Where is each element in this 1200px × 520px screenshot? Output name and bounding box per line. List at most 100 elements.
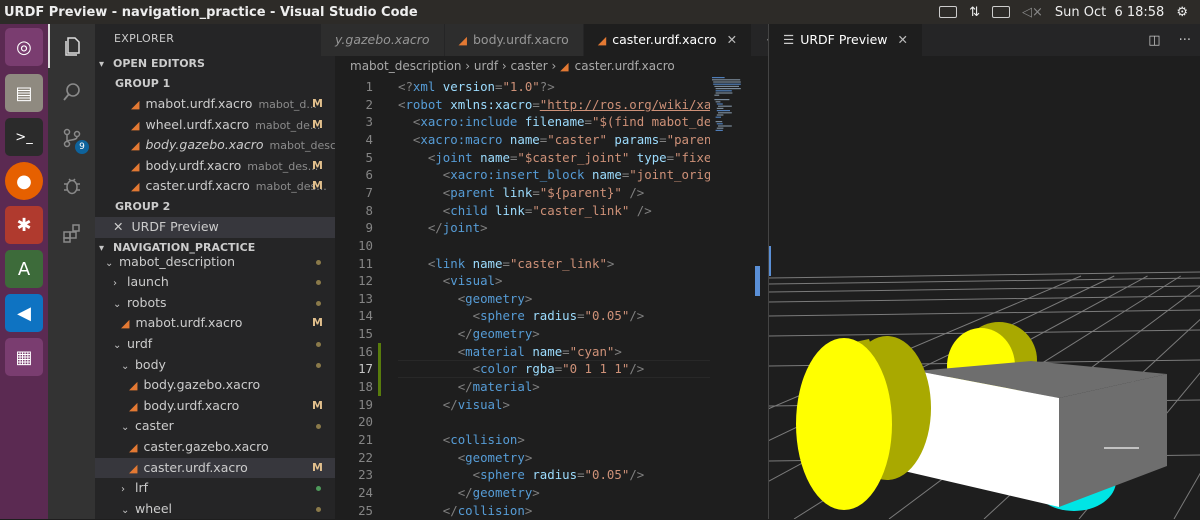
code-line[interactable]: 8 <child link="caster_link" /> — [335, 202, 710, 220]
code-line[interactable]: 23 <sphere radius="0.05"/> — [335, 466, 710, 484]
code-line[interactable]: 20 — [335, 413, 710, 431]
ubuntu-logo-icon[interactable]: ◎ — [5, 28, 43, 66]
editor-tab[interactable]: ◢ caster.urdf.xacro ✕ — [583, 24, 753, 56]
extensions-icon[interactable] — [48, 212, 95, 256]
clock[interactable]: Sun Oct 6 18:58 — [1055, 5, 1164, 20]
tree-folder[interactable]: ⌄ caster — [95, 416, 335, 437]
tree-folder[interactable]: ⌄ robots — [95, 293, 335, 314]
chevron-down-icon: ⌄ — [121, 504, 130, 516]
preview-tabs: ☰ URDF Preview ✕ ◫ ··· — [769, 24, 1200, 56]
code-line[interactable]: 19 </visual> — [335, 396, 710, 414]
tree-folder[interactable]: › lrf — [95, 478, 335, 499]
code-line[interactable]: 16 <material name="cyan"> — [335, 343, 710, 361]
network-icon[interactable]: ⇅ — [969, 5, 980, 20]
close-icon[interactable]: ✕ — [727, 32, 737, 47]
debug-icon[interactable] — [48, 164, 95, 208]
open-editor-item[interactable]: ◢ body.urdf.xacro mabot_des... M — [95, 156, 335, 177]
code-line[interactable]: 6 <xacro:insert_block name="joint_origin… — [335, 166, 710, 184]
tree-file[interactable]: ◢ body.urdf.xacro M — [95, 396, 335, 417]
code-line[interactable]: 4 <xacro:macro name="caster" params="par… — [335, 131, 710, 149]
terminal-icon[interactable]: >_ — [5, 118, 43, 156]
code-line[interactable]: 10 — [335, 237, 710, 255]
code-line[interactable]: 3 <xacro:include filename="$(find mabot_… — [335, 113, 710, 131]
line-number: 11 — [358, 255, 373, 271]
breadcrumb-item[interactable]: mabot_description — [350, 59, 461, 73]
minimap-line — [715, 88, 741, 90]
software-updater-icon[interactable]: A — [5, 250, 43, 288]
minimap-line — [716, 110, 730, 112]
code-line[interactable]: 22 <geometry> — [335, 449, 710, 467]
breadcrumb-item[interactable]: caster — [510, 59, 547, 73]
status-dot — [316, 506, 321, 512]
code-line[interactable]: 12 <visual> — [335, 272, 710, 290]
search-icon[interactable] — [48, 70, 95, 114]
tree-item-label: mabot.urdf.xacro — [135, 315, 243, 331]
tree-folder[interactable]: ⌄ wheel — [95, 499, 335, 519]
tab-urdf-preview[interactable]: ☰ URDF Preview ✕ — [769, 24, 923, 56]
line-text: </collision> — [442, 502, 533, 518]
split-editor-icon[interactable]: ◫ — [1148, 33, 1160, 48]
volume-icon[interactable]: ◁× — [1022, 5, 1043, 20]
source-control-icon[interactable]: 9 — [48, 116, 95, 160]
code-line[interactable]: 7 <parent link="${parent}" /> — [335, 184, 710, 202]
tree-file[interactable]: ◢ caster.urdf.xacro M — [95, 457, 335, 479]
open-editor-item[interactable]: ◢ caster.urdf.xacro mabot_des... M — [95, 176, 335, 197]
tree-folder[interactable]: ⌄ urdf — [95, 334, 335, 355]
settings-icon[interactable]: ✱ — [5, 206, 43, 244]
open-editor-path: mabot_descri... — [269, 139, 335, 153]
open-editor-item[interactable]: ◢ body.gazebo.xacro mabot_descri... — [95, 135, 335, 156]
vscode-icon[interactable]: ◀ — [5, 294, 43, 332]
battery-icon[interactable] — [991, 6, 1010, 18]
tree-folder[interactable]: › launch — [95, 272, 335, 293]
code-line[interactable]: 1 <?xml version="1.0"?> — [335, 78, 710, 96]
tree-folder[interactable]: ⌄ body — [95, 355, 335, 376]
code-line[interactable]: 2 <robot xmlns:xacro="http://ros.org/wiki… — [335, 96, 710, 114]
keyboard-icon[interactable] — [939, 6, 958, 18]
close-icon[interactable]: ✕ — [898, 32, 908, 47]
minimap-line — [713, 81, 741, 83]
workspace-switcher-icon[interactable]: ▦ — [5, 338, 43, 376]
close-icon[interactable]: ✕ — [113, 219, 123, 234]
editor-tab[interactable]: y.gazebo.xacro — [321, 24, 445, 56]
code-line[interactable]: 15 </geometry> — [335, 325, 710, 343]
tree-file[interactable]: ◢ mabot.urdf.xacro M — [95, 313, 335, 334]
more-actions-icon[interactable]: ··· — [1179, 33, 1191, 48]
xml-file-icon: ◢ — [131, 98, 140, 111]
open-editor-item[interactable]: ◢ wheel.urdf.xacro mabot_de... M — [95, 115, 335, 136]
line-text: <xacro:insert_block name="joint_origin" … — [442, 167, 710, 183]
power-icon[interactable]: ⚙ — [1176, 5, 1188, 20]
explorer-sidebar: EXPLORER ▾ OPEN EDITORS GROUP 1 ◢ mabot.ur… — [95, 24, 335, 519]
editor-tab[interactable]: ◢ body.urdf.xacro — [444, 24, 584, 56]
code-line[interactable]: 9 </joint> — [335, 219, 710, 237]
line-number: 14 — [358, 308, 373, 324]
minimap[interactable] — [710, 76, 760, 519]
status-dot — [316, 424, 321, 430]
code-line[interactable]: 11 <link name="caster_link"> — [335, 255, 710, 273]
open-editor-item[interactable]: ◢ mabot.urdf.xacro mabot_d... M — [95, 94, 335, 115]
code-line[interactable]: 25 </collision> — [335, 502, 710, 520]
open-editor-label: body.gazebo.xacro — [145, 137, 264, 153]
code-area[interactable]: 1 <?xml version="1.0"?> 2 <robot xmlns:xacr… — [335, 76, 767, 519]
code-line[interactable]: 17 <color rgba="0 1 1 1"/> — [335, 360, 710, 378]
line-number: 12 — [358, 273, 373, 289]
tree-file[interactable]: ◢ body.gazebo.xacro — [95, 375, 335, 396]
code-line[interactable]: 5 <joint name="$caster_joint" type="fixe… — [335, 149, 710, 167]
robot-3d-view[interactable] — [769, 56, 1200, 519]
tree-folder[interactable]: ⌄ mabot_description — [95, 252, 335, 273]
explorer-icon[interactable] — [48, 24, 95, 68]
open-editor-urdf-preview[interactable]: ✕ URDF Preview — [95, 216, 335, 238]
code-line[interactable]: 18 </material> — [335, 378, 710, 396]
breadcrumb-item[interactable]: caster.urdf.xacro — [575, 59, 675, 73]
code-line[interactable]: 21 <collision> — [335, 431, 710, 449]
firefox-icon[interactable]: ● — [5, 162, 43, 200]
code-line[interactable]: 14 <sphere radius="0.05"/> — [335, 307, 710, 325]
open-editors-header[interactable]: ▾ OPEN EDITORS — [95, 54, 335, 74]
tree-file[interactable]: ◢ caster.gazebo.xacro — [95, 437, 335, 458]
xml-file-icon: ◢ — [597, 34, 607, 47]
breadcrumb-item[interactable]: urdf — [474, 59, 498, 73]
code-line[interactable]: 13 <geometry> — [335, 290, 710, 308]
chevron-down-icon: ▾ — [99, 59, 105, 70]
scroll-position-marker[interactable] — [755, 266, 760, 296]
code-line[interactable]: 24 </geometry> — [335, 484, 710, 502]
files-icon[interactable]: ▤ — [5, 74, 43, 112]
